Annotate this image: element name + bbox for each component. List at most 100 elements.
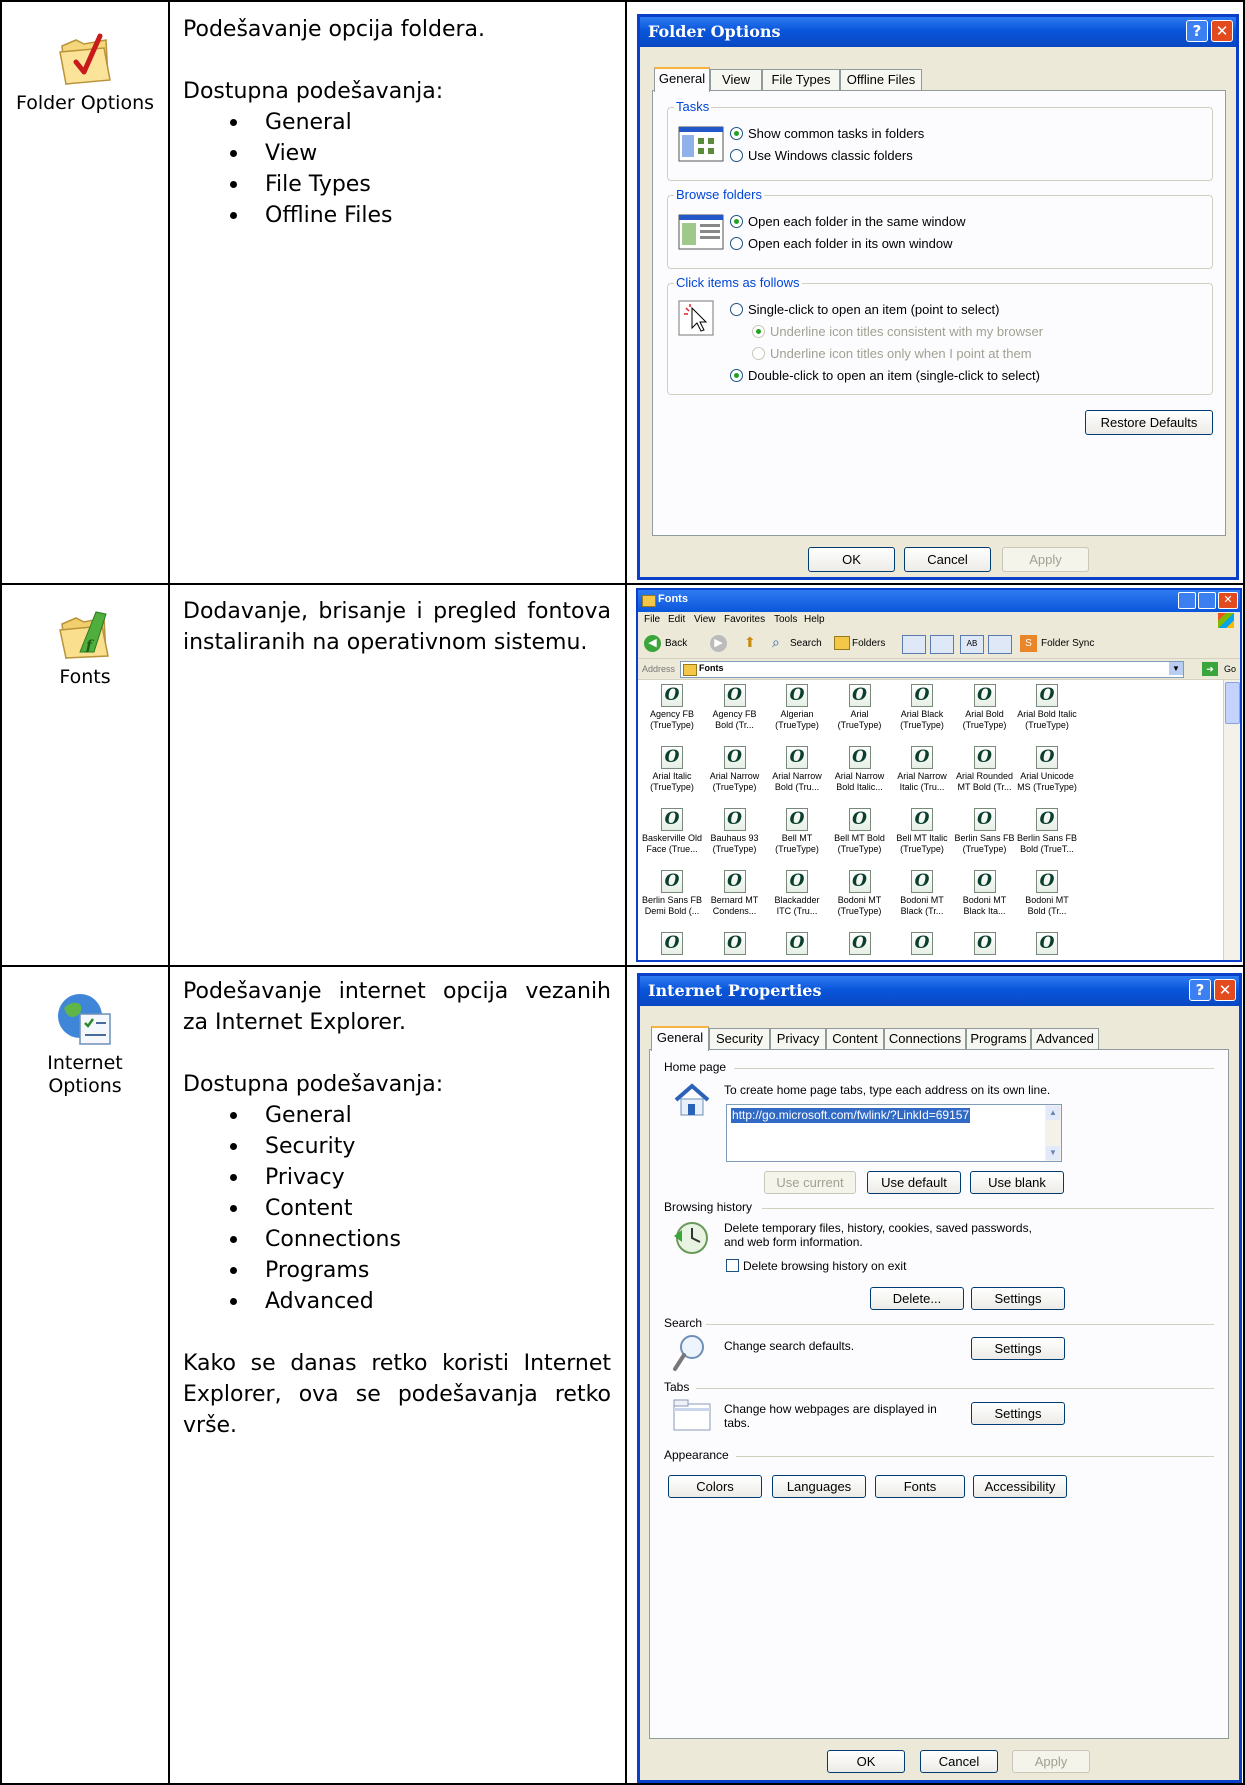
font-item[interactable]: O [703, 932, 767, 957]
font-item[interactable]: O Bodoni MT Black Ita... [953, 870, 1017, 917]
forward-icon[interactable]: ▶ [710, 635, 727, 652]
font-item[interactable]: O Arial Bold (TrueType) [953, 684, 1017, 731]
radio-underline-point[interactable]: Underline icon titles only when I point … [752, 346, 1032, 362]
folders-icon[interactable] [834, 636, 850, 650]
scroll-down-icon[interactable]: ▼ [1046, 1146, 1060, 1160]
font-item[interactable]: O Baskerville Old Face (True... [640, 808, 704, 855]
up-folder-icon[interactable]: ⬆ [744, 634, 756, 651]
radio-single-click[interactable]: Single-click to open an item (point to s… [730, 302, 999, 318]
view-similarity-icon[interactable]: AB [960, 635, 984, 654]
use-default-button[interactable]: Use default [867, 1171, 961, 1194]
tab-view[interactable]: View [710, 69, 762, 91]
tab-offline-files[interactable]: Offline Files [840, 69, 922, 91]
font-item[interactable]: O Bell MT Bold (TrueType) [828, 808, 892, 855]
scrollbar-thumb[interactable] [1225, 682, 1240, 724]
font-item[interactable]: O Arial Bold Italic (TrueType) [1015, 684, 1079, 731]
font-item[interactable]: O Algerian (TrueType) [765, 684, 829, 731]
font-item[interactable]: O Arial Black (TrueType) [890, 684, 954, 731]
menu-favorites[interactable]: Favorites [724, 612, 765, 628]
font-item[interactable]: O Arial Italic (TrueType) [640, 746, 704, 793]
close-icon[interactable]: ✕ [1211, 20, 1233, 42]
font-item[interactable]: O Arial Narrow (TrueType) [703, 746, 767, 793]
radio-own-window[interactable]: Open each folder in its own window [730, 236, 953, 252]
font-item[interactable]: O Arial Unicode MS (TrueType) [1015, 746, 1079, 793]
font-item[interactable]: O Arial Narrow Italic (Tru... [890, 746, 954, 793]
delete-on-exit-checkbox[interactable]: Delete browsing history on exit [726, 1259, 906, 1274]
font-item[interactable]: O Blackadder ITC (Tru... [765, 870, 829, 917]
font-item[interactable]: O Bodoni MT Black (Tr... [890, 870, 954, 917]
textarea-scrollbar[interactable]: ▲ ▼ [1045, 1105, 1061, 1161]
font-item[interactable]: O Bauhaus 93 (TrueType) [703, 808, 767, 855]
fonts-button[interactable]: Fonts [875, 1475, 965, 1498]
view-large-icons-icon[interactable] [902, 635, 926, 654]
font-item[interactable]: O Arial Narrow Bold Italic... [828, 746, 892, 793]
colors-button[interactable]: Colors [668, 1475, 762, 1498]
vertical-scrollbar[interactable] [1223, 680, 1240, 960]
ok-button[interactable]: OK [808, 547, 895, 572]
accessibility-button[interactable]: Accessibility [973, 1475, 1067, 1498]
menu-edit[interactable]: Edit [668, 612, 685, 628]
folder-sync-label[interactable]: Folder Sync [1041, 638, 1094, 649]
minimize-icon[interactable] [1178, 592, 1196, 609]
font-item[interactable]: O [765, 932, 829, 957]
tab-general[interactable]: General [651, 1026, 709, 1051]
chevron-down-icon[interactable]: ▼ [1169, 662, 1183, 675]
history-settings-button[interactable]: Settings [971, 1287, 1065, 1310]
font-item[interactable]: O Berlin Sans FB (TrueType) [953, 808, 1017, 855]
font-item[interactable]: O Berlin Sans FB Demi Bold (... [640, 870, 704, 917]
use-blank-button[interactable]: Use blank [970, 1171, 1064, 1194]
view-list-icon[interactable] [930, 635, 954, 654]
help-icon[interactable]: ? [1186, 20, 1208, 42]
font-item[interactable]: O Arial Rounded MT Bold (Tr... [953, 746, 1017, 793]
maximize-icon[interactable] [1198, 592, 1216, 609]
close-icon[interactable]: ✕ [1218, 592, 1238, 609]
font-item[interactable]: O Arial (TrueType) [828, 684, 892, 731]
folders-label[interactable]: Folders [852, 638, 885, 649]
tab-advanced[interactable]: Advanced [1031, 1028, 1099, 1050]
tab-connections[interactable]: Connections [884, 1028, 966, 1050]
apply-button[interactable]: Apply [1012, 1750, 1090, 1773]
folder-sync-icon[interactable]: S [1020, 635, 1037, 652]
address-input[interactable]: Fonts ▼ [680, 661, 1184, 678]
radio-show-common-tasks[interactable]: Show common tasks in folders [730, 126, 924, 142]
restore-defaults-button[interactable]: Restore Defaults [1085, 410, 1213, 435]
go-label[interactable]: Go [1224, 664, 1236, 674]
cancel-button[interactable]: Cancel [920, 1750, 998, 1773]
menu-view[interactable]: View [694, 612, 716, 628]
radio-same-window[interactable]: Open each folder in the same window [730, 214, 966, 230]
font-item[interactable]: O Bell MT (TrueType) [765, 808, 829, 855]
apply-button[interactable]: Apply [1002, 547, 1089, 572]
home-page-textarea[interactable]: http://go.microsoft.com/fwlink/?LinkId=6… [726, 1104, 1062, 1162]
radio-classic-folders[interactable]: Use Windows classic folders [730, 148, 913, 164]
languages-button[interactable]: Languages [772, 1475, 866, 1498]
radio-underline-browser[interactable]: Underline icon titles consistent with my… [752, 324, 1043, 340]
menu-tools[interactable]: Tools [774, 612, 797, 628]
font-item[interactable]: O [953, 932, 1017, 957]
tab-content[interactable]: Content [826, 1028, 884, 1050]
tabs-settings-button[interactable]: Settings [971, 1402, 1065, 1425]
back-label[interactable]: Back [665, 638, 687, 649]
search-label[interactable]: Search [790, 638, 822, 649]
font-item[interactable]: O Bodoni MT Bold (Tr... [1015, 870, 1079, 917]
cancel-button[interactable]: Cancel [904, 547, 991, 572]
font-item[interactable]: O Bernard MT Condens... [703, 870, 767, 917]
font-item[interactable]: O Agency FB Bold (Tr... [703, 684, 767, 731]
font-item[interactable]: O Berlin Sans FB Bold (TrueT... [1015, 808, 1079, 855]
font-item[interactable]: O [828, 932, 892, 957]
font-item[interactable]: O Agency FB (TrueType) [640, 684, 704, 731]
ok-button[interactable]: OK [827, 1750, 905, 1773]
back-icon[interactable]: ◀ [644, 635, 661, 652]
font-item[interactable]: O Bell MT Italic (TrueType) [890, 808, 954, 855]
go-icon[interactable]: ➜ [1202, 662, 1218, 676]
scroll-up-icon[interactable]: ▲ [1046, 1106, 1060, 1120]
delete-button[interactable]: Delete... [870, 1287, 964, 1310]
help-icon[interactable]: ? [1189, 979, 1211, 1001]
search-icon[interactable]: ⌕ [772, 634, 780, 651]
tab-general[interactable]: General [654, 67, 710, 92]
tab-security[interactable]: Security [709, 1028, 770, 1050]
tab-file-types[interactable]: File Types [762, 69, 840, 91]
view-details-icon[interactable] [988, 635, 1012, 654]
font-item[interactable]: O Arial Narrow Bold (Tru... [765, 746, 829, 793]
close-icon[interactable]: ✕ [1214, 979, 1236, 1001]
font-item[interactable]: O [640, 932, 704, 957]
